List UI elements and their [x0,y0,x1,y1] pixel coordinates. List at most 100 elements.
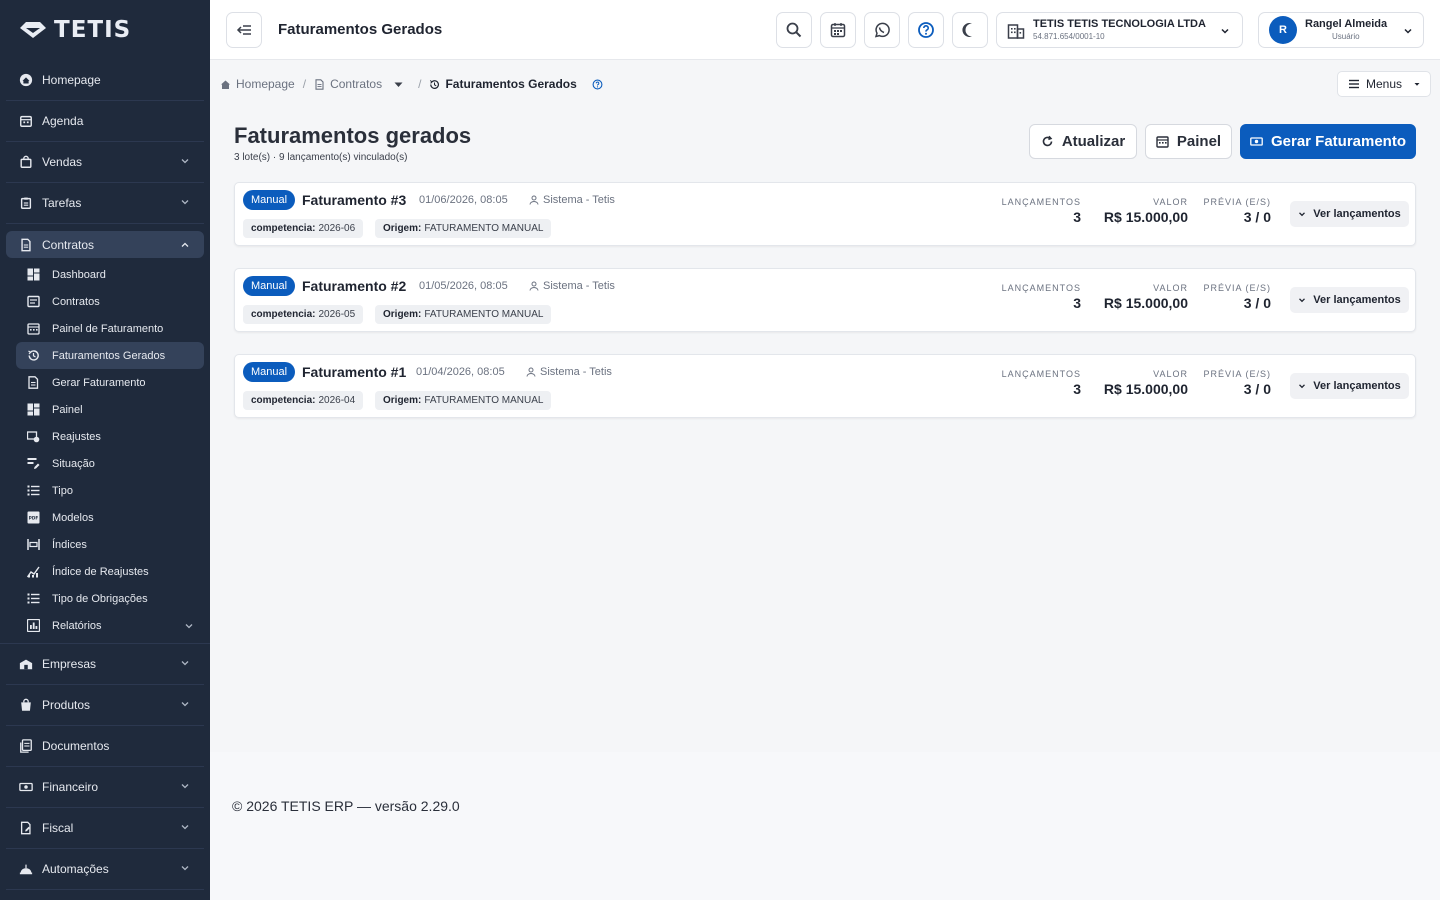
sidebar-subitem-label: Painel [52,403,83,416]
calendar-button[interactable] [820,12,856,48]
ver-lancamentos-button[interactable]: Ver lançamentos [1290,287,1409,313]
ruler-icon [26,538,40,552]
avatar: R [1269,16,1297,44]
chevron-down-icon [181,200,189,205]
sidebar-subitem-dashboard[interactable]: Dashboard [16,261,204,288]
help-icon[interactable] [592,79,603,90]
search-button[interactable] [776,12,812,48]
sidebar-item-label: Automações [42,862,109,876]
origem-value: FATURAMENTO MANUAL [424,395,544,406]
sidebar-subitem-relatorios[interactable]: Relatórios [16,612,204,639]
faturamento-author: Sistema - Tetis [529,194,615,206]
sidebar-item-agenda[interactable]: Agenda [6,101,204,142]
faturamento-author: Sistema - Tetis [526,366,612,378]
sidebar-subitem-painel-faturamento[interactable]: Painel de Faturamento [16,315,204,342]
ver-lancamentos-button[interactable]: Ver lançamentos [1290,201,1409,227]
calendar-icon [830,23,846,38]
sidebar-subitem-reajustes[interactable]: Reajustes [16,423,204,450]
user-icon [526,367,536,377]
dashboard-icon [26,403,40,417]
whatsapp-button[interactable] [864,12,900,48]
faturamento-title: Faturamento #2 [302,278,407,294]
breadcrumb-home[interactable]: Homepage [220,77,295,91]
refresh-button[interactable]: Atualizar [1029,124,1137,159]
sidebar-item-produtos[interactable]: Produtos [6,685,204,726]
collapse-sidebar-button[interactable] [226,12,262,48]
faturamento-card: Manual Faturamento #1 01/04/2026, 08:05 … [234,354,1416,418]
chevron-down-icon [181,784,189,789]
painel-label: Painel [1176,133,1222,150]
sidebar-subitem-label: Tipo de Obrigações [52,592,148,605]
sidebar-subitem-painel[interactable]: Painel [16,396,204,423]
sidebar-subitem-label: Reajustes [52,430,101,443]
lancamentos-value: 3 [1073,295,1081,311]
sidebar-subitem-contratos[interactable]: Contratos [16,288,204,315]
valor-stat: VALOR R$ 15.000,00 [1104,183,1188,225]
faturamento-author-label: Sistema - Tetis [540,366,612,378]
clipboard-icon [18,195,34,211]
sidebar-subitem-label: Relatórios [52,619,102,632]
chevron-down-icon [181,661,189,666]
sidebar-item-empresas[interactable]: Empresas [6,644,204,685]
sidebar-item-label: Tarefas [42,196,82,210]
sidebar-subitem-label: Dashboard [52,268,106,281]
money-icon [1250,137,1263,146]
contratos-submenu: Dashboard Contratos Painel de Faturament… [0,259,210,644]
user-name: Rangel Almeida [1305,18,1388,30]
sidebar-subitem-tipo-obrigacoes[interactable]: Tipo de Obrigações [16,585,204,612]
faturamento-card: Manual Faturamento #3 01/06/2026, 08:05 … [234,182,1416,246]
company-selector[interactable]: TETIS TETIS TECNOLOGIA LTDA 54.871.654/0… [996,12,1243,48]
sidebar-nav: Homepage Agenda Vendas Tarefas Contratos [0,60,210,258]
sidebar-item-fiscal[interactable]: Fiscal [6,808,204,849]
sidebar-subitem-indice-reajustes[interactable]: Índice de Reajustes [16,558,204,585]
building-icon [1007,24,1025,39]
documents-icon [18,738,34,754]
chevron-down-icon [1404,28,1412,34]
painel-button[interactable]: Painel [1145,124,1232,159]
breadcrumb-current: Faturamentos Gerados [429,77,603,91]
edit-note-icon [26,457,40,471]
breadcrumb-contratos[interactable]: Contratos [314,77,404,91]
lancamentos-label: LANÇAMENTOS [1001,369,1081,379]
competencia-value: 2026-05 [318,309,356,320]
sidebar-subitem-tipo[interactable]: Tipo [16,477,204,504]
sidebar-item-vendas[interactable]: Vendas [6,142,204,183]
sidebar-item-label: Produtos [42,698,91,712]
sidebar-item-tarefas[interactable]: Tarefas [6,183,204,224]
sidebar-item-label: Contratos [42,237,95,252]
sidebar-item-documentos[interactable]: Documentos [6,726,204,767]
breadcrumb-current-label: Faturamentos Gerados [445,77,577,91]
history-icon [430,79,440,89]
dark-mode-toggle[interactable] [952,12,988,48]
sidebar-subitem-situacao[interactable]: Situação [16,450,204,477]
refresh-icon [1042,135,1053,147]
sidebar-subitem-label: Contratos [52,295,100,308]
chevron-down-icon [181,159,189,164]
sidebar-item-automacoes[interactable]: Automações [6,849,204,890]
sidebar-item-contratos[interactable]: Contratos [6,231,204,258]
type-badge: Manual [243,276,296,296]
lancamentos-value: 3 [1073,381,1081,397]
user-menu[interactable]: R Rangel Almeida Usuário [1258,12,1424,48]
lancamentos-value: 3 [1073,209,1081,225]
competencia-tag: competencia: 2026-06 [243,219,364,238]
sidebar-subitem-faturamentos-gerados[interactable]: Faturamentos Gerados [16,342,204,369]
sidebar-subitem-indices[interactable]: Índices [16,531,204,558]
sidebar-item-financeiro[interactable]: Financeiro [6,767,204,808]
menus-dropdown[interactable]: Menus [1337,71,1431,97]
logo[interactable]: TETIS [0,0,210,60]
calendar-icon [1156,136,1169,148]
faturamento-author-label: Sistema - Tetis [543,194,615,206]
document-icon [18,237,34,253]
breadcrumb-separator: / [302,77,307,91]
ver-lancamentos-button[interactable]: Ver lançamentos [1290,373,1409,399]
previa-label: PRÉVIA (E/S) [1203,283,1271,293]
faturamento-date: 01/05/2026, 08:05 [419,280,508,292]
sidebar-item-homepage[interactable]: Homepage [6,60,204,101]
header-title: Faturamentos Gerados [278,21,443,38]
home-icon [221,80,230,89]
sidebar-subitem-modelos[interactable]: PDF Modelos [16,504,204,531]
help-button[interactable] [908,12,944,48]
sidebar-subitem-gerar-faturamento[interactable]: Gerar Faturamento [16,369,204,396]
gerar-faturamento-button[interactable]: Gerar Faturamento [1240,124,1416,159]
